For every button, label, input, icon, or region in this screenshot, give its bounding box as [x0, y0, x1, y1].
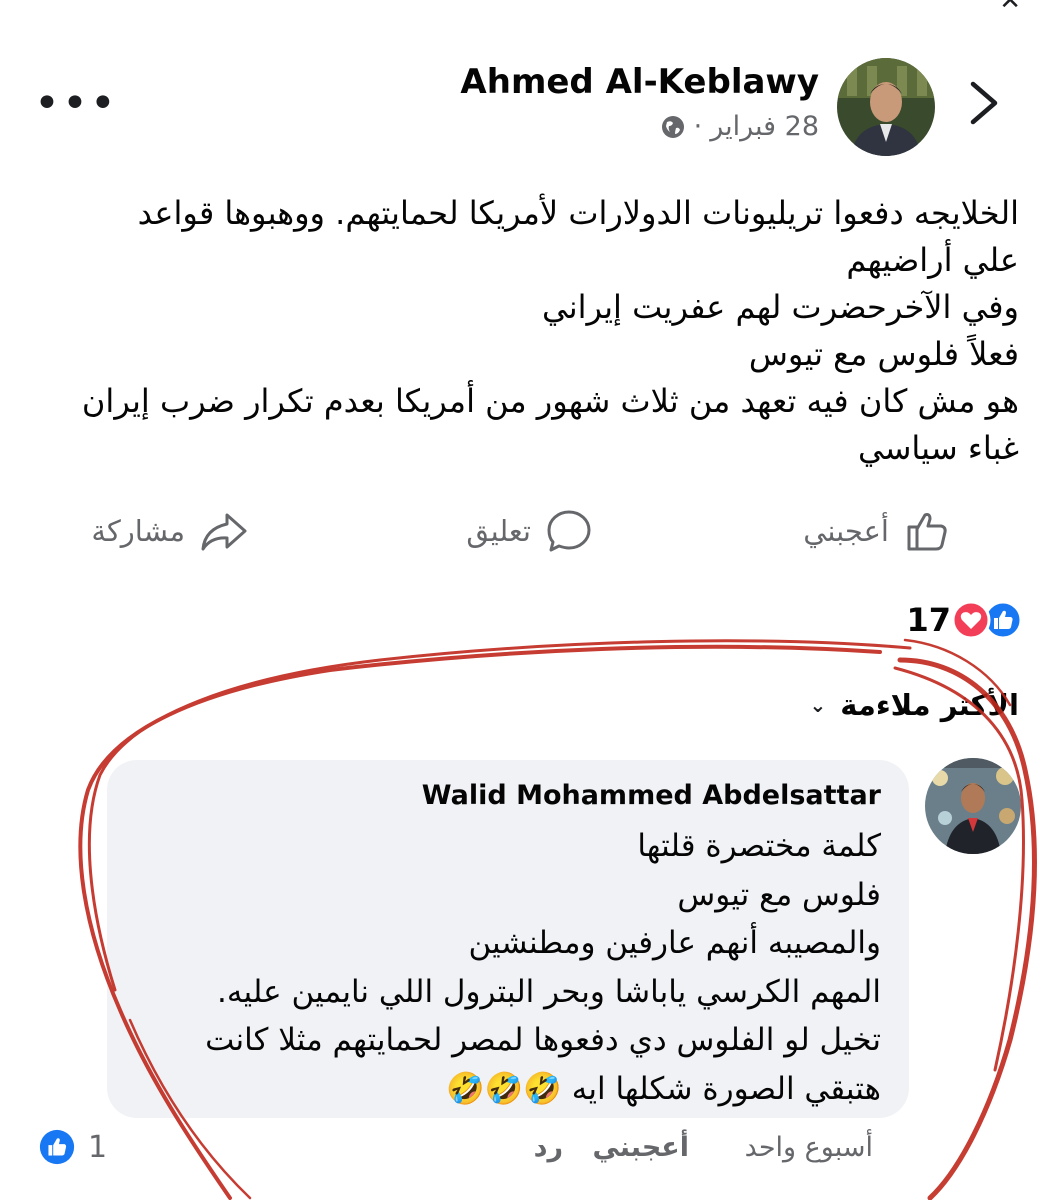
- like-button[interactable]: أعجبني: [803, 505, 951, 557]
- thumbs-up-icon: [907, 513, 947, 551]
- comment-line: كلمة مختصرة قلتها: [637, 828, 881, 864]
- comment-timestamp[interactable]: أسبوع واحد: [745, 1132, 873, 1163]
- chevron-right-icon[interactable]: [963, 78, 1007, 128]
- post-line: الخلايجه دفعوا تريليونات الدولارات لأمري…: [137, 194, 1019, 232]
- comment-reply-button[interactable]: رد: [534, 1132, 563, 1163]
- post-line: غباء سياسي: [857, 429, 1019, 467]
- comment-reaction-count: 1: [88, 1129, 108, 1165]
- post-line: فعلاً فلوس مع تيوس: [748, 335, 1019, 373]
- like-icon: [39, 1129, 75, 1165]
- comment-line: تخيل لو الفلوس دي دفعوها لمصر لحمايتهم م…: [205, 1022, 881, 1058]
- post-line: هو مش كان فيه تعهد من ثلاث شهور من أمريك…: [81, 382, 1019, 420]
- comment-author-name[interactable]: Walid Mohammed Abdelsattar: [422, 780, 881, 811]
- comment-sort-dropdown[interactable]: الأكثر ملاءمة ⌄: [810, 688, 1019, 722]
- post-meta: 28 فبراير ·: [660, 111, 819, 142]
- post-line: وفي الآخرحضرت لهم عفريت إيراني: [542, 288, 1019, 326]
- close-icon[interactable]: ✕: [999, 0, 1021, 16]
- comment-like-button[interactable]: أعجبني: [592, 1132, 689, 1163]
- author-avatar[interactable]: [837, 58, 935, 156]
- globe-icon: [661, 115, 684, 138]
- sort-label: الأكثر ملاءمة: [840, 688, 1019, 722]
- comment-line: والمصيبه أنهم عارفين ومطنشين: [468, 925, 881, 961]
- reaction-count: 17: [906, 601, 951, 639]
- comment-label: تعليق: [466, 514, 531, 548]
- love-icon: [951, 600, 991, 640]
- post-date[interactable]: 28 فبراير: [710, 111, 819, 142]
- chevron-down-icon: ⌄: [809, 693, 827, 717]
- comment-button[interactable]: تعليق: [466, 505, 593, 557]
- more-options-button[interactable]: •••: [34, 82, 118, 126]
- share-arrow-icon: [201, 513, 247, 551]
- post-line: علي أراضيهم: [846, 241, 1019, 279]
- post-text: الخلايجه دفعوا تريليونات الدولارات لأمري…: [64, 190, 1019, 472]
- meta-separator: ·: [693, 111, 703, 142]
- share-button[interactable]: مشاركة: [91, 505, 249, 557]
- comment-text: كلمة مختصرة قلتها فلوس مع تيوس والمصيبه …: [111, 822, 881, 1113]
- comment-line: هتبقي الصورة شكلها ايه 🤣🤣🤣: [446, 1070, 881, 1107]
- comment-line: فلوس مع تيوس: [677, 876, 881, 913]
- share-label: مشاركة: [91, 514, 185, 548]
- reactions-summary[interactable]: 17: [898, 600, 1023, 640]
- comment-reactions[interactable]: 1: [38, 1128, 107, 1166]
- comment-line: المهم الكرسي ياباشا وبحر البترول اللي نا…: [217, 973, 881, 1010]
- comment-bubble-icon: [547, 510, 591, 552]
- like-label: أعجبني: [803, 514, 889, 548]
- commenter-avatar[interactable]: [925, 758, 1021, 854]
- post-author-name[interactable]: Ahmed Al-Keblawy: [460, 62, 819, 102]
